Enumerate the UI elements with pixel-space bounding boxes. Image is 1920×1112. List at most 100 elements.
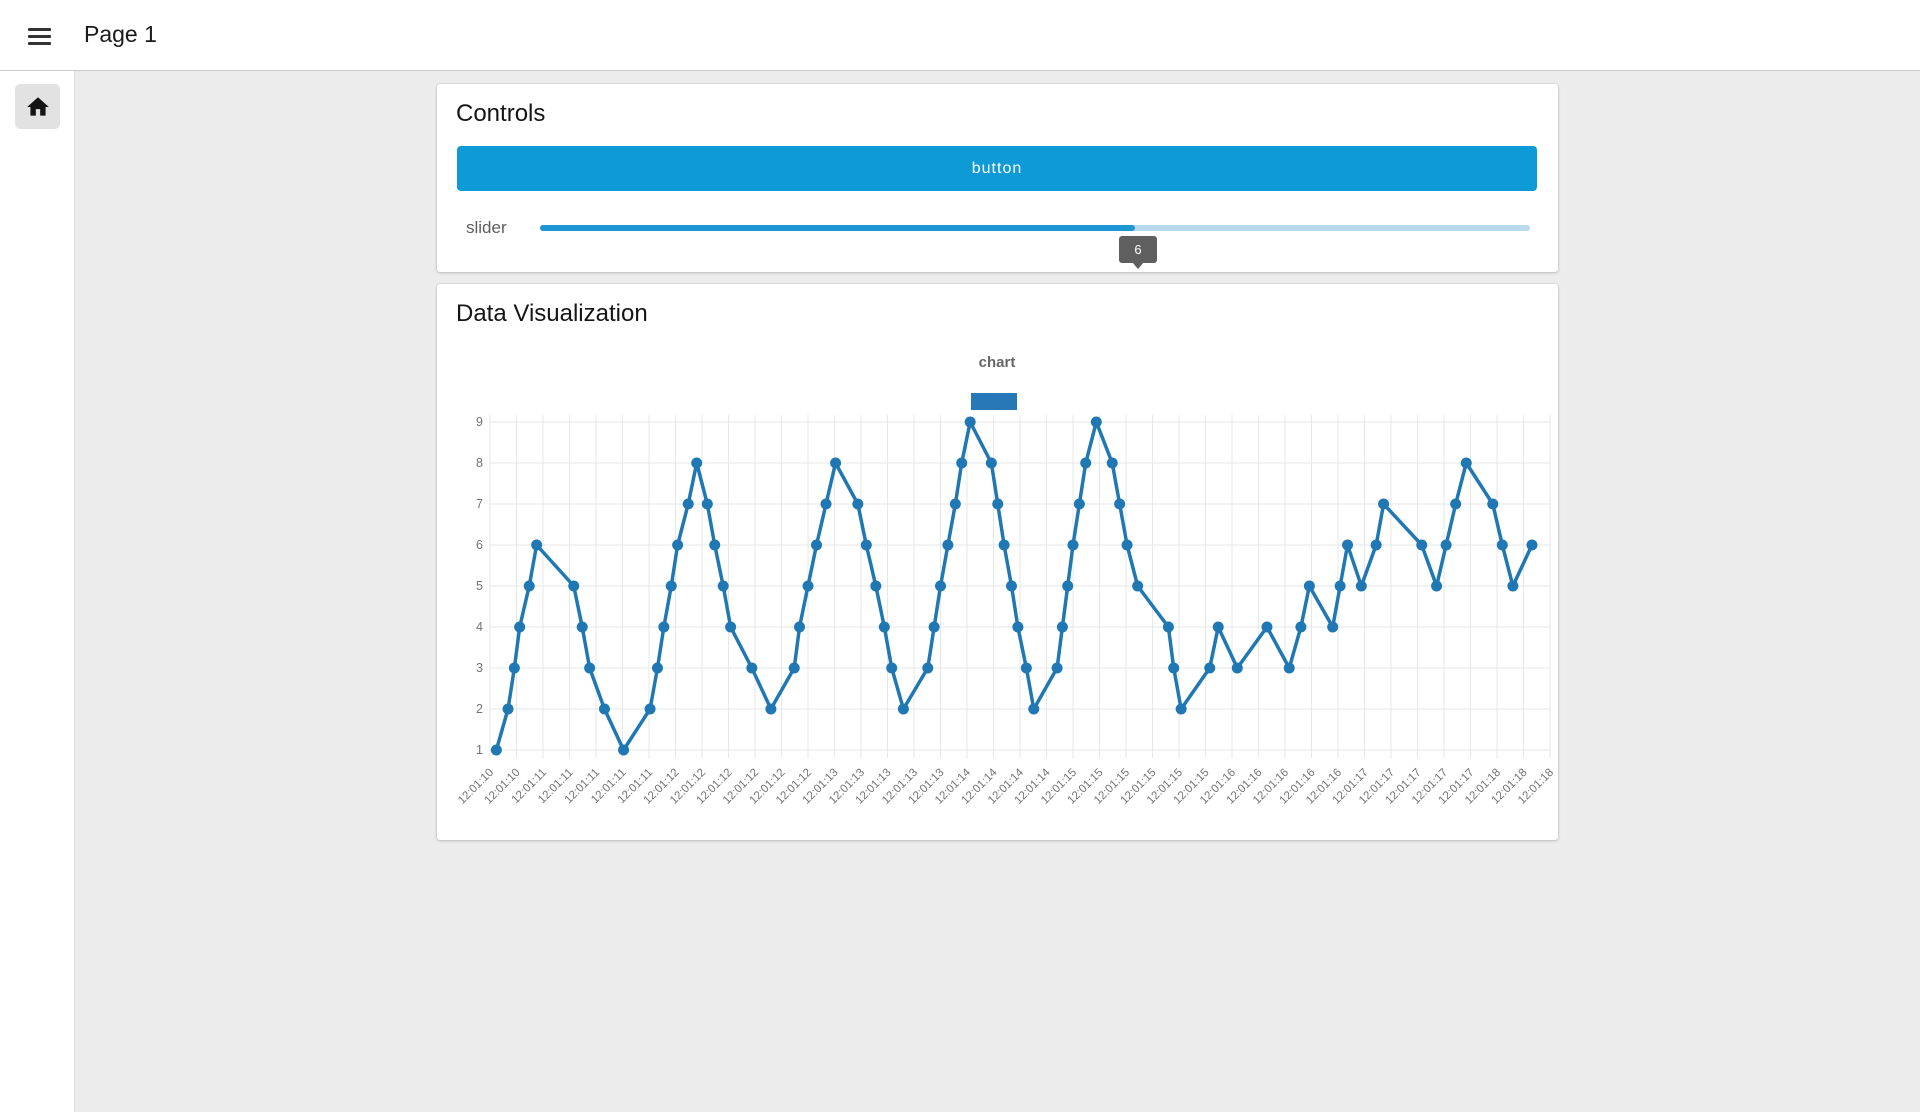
main-content: Controls button slider 6 Data Visualizat…	[75, 71, 1920, 1112]
page-title: Page 1	[84, 21, 157, 48]
data-point	[830, 458, 841, 469]
slider-tooltip-arrow	[1132, 262, 1144, 269]
hamburger-icon	[28, 42, 51, 45]
data-point	[491, 745, 502, 756]
data-point	[765, 704, 776, 715]
data-point	[1327, 622, 1338, 633]
data-point	[1261, 622, 1272, 633]
y-tick-label: 3	[476, 661, 483, 675]
data-point	[1356, 581, 1367, 592]
slider-label: slider	[466, 218, 507, 238]
data-point	[645, 704, 656, 715]
data-point	[1122, 540, 1133, 551]
y-tick-label: 5	[476, 579, 483, 593]
data-point	[929, 622, 940, 633]
controls-card: Controls button slider 6	[437, 84, 1558, 272]
y-tick-label: 1	[476, 743, 483, 757]
home-button[interactable]	[15, 84, 60, 129]
data-point	[1080, 458, 1091, 469]
data-point	[514, 622, 525, 633]
data-point	[1441, 540, 1452, 551]
sidebar	[0, 71, 75, 1112]
data-point	[1114, 499, 1125, 510]
slider-tooltip-value: 6	[1134, 242, 1141, 257]
data-point	[1335, 581, 1346, 592]
data-point	[922, 663, 933, 674]
data-point	[577, 622, 588, 633]
data-point	[1213, 622, 1224, 633]
data-point	[794, 622, 805, 633]
data-point	[898, 704, 909, 715]
data-point	[1062, 581, 1073, 592]
slider-track[interactable]: 6	[540, 225, 1530, 231]
data-point	[584, 663, 595, 674]
data-point	[861, 540, 872, 551]
data-point	[725, 622, 736, 633]
data-point	[992, 499, 1003, 510]
data-point	[1450, 499, 1461, 510]
chart-title: chart	[979, 354, 1016, 371]
data-point	[1074, 499, 1085, 510]
data-point	[1012, 622, 1023, 633]
data-point	[1163, 622, 1174, 633]
y-tick-label: 2	[476, 702, 483, 716]
y-tick-label: 9	[476, 415, 483, 429]
data-point	[942, 540, 953, 551]
y-tick-label: 8	[476, 456, 483, 470]
data-point	[803, 581, 814, 592]
data-point	[658, 622, 669, 633]
data-point	[1371, 540, 1382, 551]
data-point	[886, 663, 897, 674]
data-point	[852, 499, 863, 510]
data-point	[1378, 499, 1389, 510]
data-point	[1497, 540, 1508, 551]
data-point	[986, 458, 997, 469]
data-point	[950, 499, 961, 510]
data-point	[691, 458, 702, 469]
y-tick-label: 7	[476, 497, 483, 511]
data-point	[1052, 663, 1063, 674]
data-point	[709, 540, 720, 551]
data-point	[599, 704, 610, 715]
legend-swatch	[971, 393, 1017, 410]
data-point	[879, 622, 890, 633]
data-point	[1304, 581, 1315, 592]
data-point	[1132, 581, 1143, 592]
data-point	[1204, 663, 1215, 674]
data-point	[652, 663, 663, 674]
data-point	[1168, 663, 1179, 674]
data-point	[718, 581, 729, 592]
data-point	[811, 540, 822, 551]
home-icon	[25, 94, 51, 120]
data-point	[666, 581, 677, 592]
data-point	[1091, 417, 1102, 428]
data-point	[1107, 458, 1118, 469]
data-point	[1461, 458, 1472, 469]
menu-button[interactable]	[26, 22, 54, 48]
data-point	[1232, 663, 1243, 674]
data-point	[1342, 540, 1353, 551]
hamburger-icon	[28, 35, 51, 38]
action-button[interactable]: button	[457, 146, 1537, 191]
top-bar: Page 1	[0, 0, 1920, 71]
data-point	[1431, 581, 1442, 592]
data-point	[524, 581, 535, 592]
data-point	[672, 540, 683, 551]
slider-tooltip: 6	[1119, 236, 1157, 263]
data-point	[1021, 663, 1032, 674]
data-point	[503, 704, 514, 715]
data-point	[1526, 540, 1537, 551]
data-point	[618, 745, 629, 756]
data-point	[821, 499, 832, 510]
line-chart-canvas[interactable]: 12:01:1012:01:1012:01:1112:01:1112:01:11…	[437, 284, 1558, 840]
y-tick-label: 4	[476, 620, 483, 634]
data-point	[870, 581, 881, 592]
data-point	[746, 663, 757, 674]
data-point	[568, 581, 579, 592]
data-point	[965, 417, 976, 428]
controls-heading: Controls	[456, 100, 545, 128]
data-point	[1487, 499, 1498, 510]
data-point	[935, 581, 946, 592]
slider-track-fill	[540, 225, 1135, 231]
data-point	[1006, 581, 1017, 592]
